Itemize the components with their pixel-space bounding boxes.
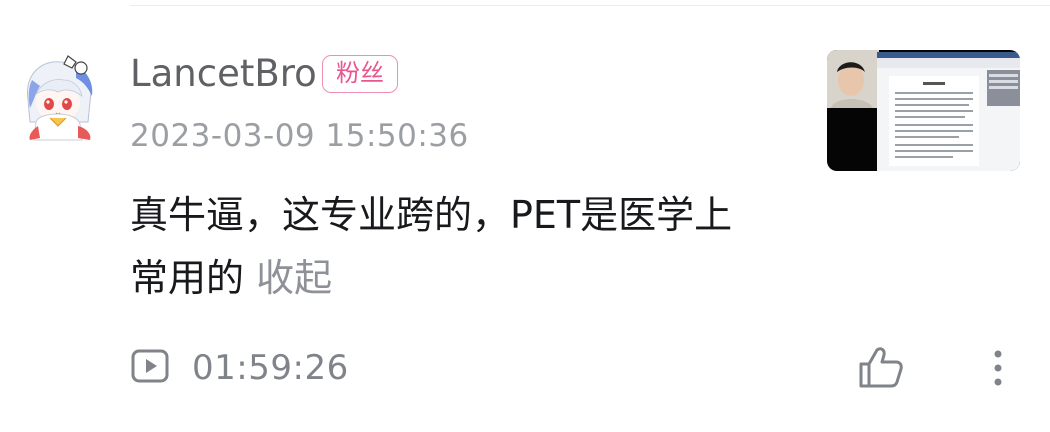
more-button[interactable] (984, 344, 1012, 392)
video-thumbnail[interactable] (827, 50, 1020, 171)
video-timecode[interactable]: 01:59:26 (130, 345, 349, 391)
like-button[interactable] (856, 344, 906, 392)
avatar[interactable] (14, 52, 102, 144)
fan-badge: 粉丝 (322, 55, 398, 93)
comment-text: 真牛逼，这专业跨的，PET是医学上常用的 收起 (130, 184, 770, 310)
comment-timestamp: 2023-03-09 15:50:36 (130, 118, 469, 154)
thumbs-up-icon (859, 347, 903, 388)
collapse-link[interactable]: 收起 (256, 256, 332, 300)
username[interactable]: LancetBro (130, 50, 317, 98)
vertical-dots-icon (994, 350, 1002, 386)
comment-body: 真牛逼，这专业跨的，PET是医学上常用的 (130, 193, 733, 300)
play-square-icon (130, 348, 170, 388)
timecode-text: 01:59:26 (192, 348, 349, 388)
top-divider (130, 5, 1050, 6)
